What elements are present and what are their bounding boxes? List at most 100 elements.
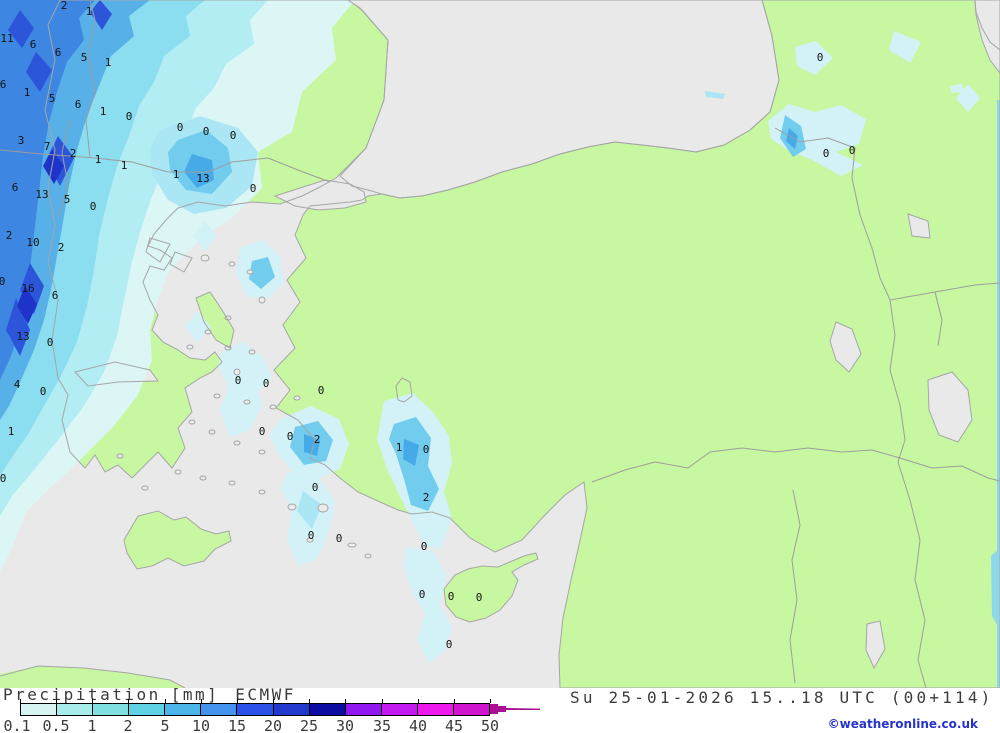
precip-value-label: 6 [52, 289, 59, 302]
precip-value-label: 0 [476, 591, 483, 604]
precip-value-label: 0 [0, 275, 5, 288]
precip-value-label: 1 [100, 105, 107, 118]
island [258, 296, 266, 304]
island [186, 344, 194, 350]
map-canvas: 2 111 66 5 161 5 61 00 0 03 72 1 11 130613 50210 201661… [0, 0, 1000, 688]
precip-value-label: 2 [6, 229, 13, 242]
scale-label: 0.1 [3, 717, 31, 733]
precip-value-label: 1 [8, 425, 15, 438]
scale-segment [57, 704, 94, 715]
island [258, 489, 266, 495]
scale-tick [20, 699, 21, 703]
scale-label: 20 [263, 717, 283, 733]
island [258, 449, 266, 455]
scale-tick [382, 699, 383, 703]
precipitation-map: 2 1 11 6 6 5 1 6 1 5 6 1 0 0 0 0 3 7 2 1 1 1 13 0 6 13 5 0 2 10 2 0 16 6 1… [0, 0, 1000, 688]
precip-value-label: 10 [26, 236, 39, 249]
scale-segment [453, 704, 490, 715]
scale-tick [309, 699, 310, 703]
island [287, 503, 297, 511]
scale-segment [237, 704, 274, 715]
scale-tick [56, 699, 57, 703]
precip-value-label: 6 [0, 78, 6, 91]
scale-label: 2 [123, 717, 133, 733]
precip-value-label: 0 [250, 182, 257, 195]
scale-label: 10 [191, 717, 211, 733]
island [213, 393, 221, 399]
island [199, 475, 207, 481]
legend-title-quantity: Precipitation [3, 685, 161, 704]
scale-tick [201, 699, 202, 703]
scale-label: 5 [160, 717, 170, 733]
color-scale-overflow-arrow [490, 704, 540, 714]
legend-title: Precipitation [mm] ECMWF [3, 685, 296, 704]
precip-value-label: 13 [16, 330, 29, 343]
precip-value-label: 13 [35, 188, 48, 201]
precip-value-label: 0 [423, 443, 430, 456]
precip-value-label: 0 [235, 374, 242, 387]
precip-value-label: 0 [312, 481, 319, 494]
scale-segment [129, 704, 166, 715]
island [228, 261, 236, 267]
precip-value-label: 0 [419, 588, 426, 601]
precip-value-label: 0 [203, 125, 210, 138]
precip-value-label: 0 [90, 200, 97, 213]
scale-label: 0.5 [42, 717, 70, 733]
precip-value-label: 0 [336, 532, 343, 545]
precip-value-label: 1 [173, 168, 180, 181]
precip-value-label: 0 [421, 540, 428, 553]
island [116, 453, 124, 459]
scale-segment [345, 704, 382, 715]
precip-value-label: 1 [121, 159, 128, 172]
precip-value-label: 0 [126, 110, 133, 123]
precip-value-label: 13 [196, 172, 209, 185]
scale-segment [21, 704, 58, 715]
scale-label: 15 [227, 717, 247, 733]
precip-value-label: 2 [58, 241, 65, 254]
island [364, 553, 372, 559]
scale-label: 35 [372, 717, 392, 733]
precip-value-label: 4 [14, 378, 21, 391]
scale-tick [454, 699, 455, 703]
scale-label: 40 [408, 717, 428, 733]
scale-tick [92, 699, 93, 703]
scale-tick [165, 699, 166, 703]
island [248, 349, 256, 355]
precip-value-label: 0 [817, 51, 824, 64]
precip-value-label: 2 [61, 0, 68, 12]
precip-value-label: 0 [230, 129, 237, 142]
scale-segment [273, 704, 310, 715]
precip-value-label: 0 [448, 590, 455, 603]
precip-value-label: 1 [396, 441, 403, 454]
island [246, 269, 254, 275]
island [233, 440, 241, 446]
precip-value-label: 1 [95, 153, 102, 166]
island [141, 485, 149, 491]
precip-value-label: 0 [446, 638, 453, 651]
scale-tick [490, 699, 491, 703]
island [317, 503, 329, 513]
precip-value-label: 0 [47, 336, 54, 349]
island [174, 469, 182, 475]
precip-value-label: 6 [30, 38, 37, 51]
precip-value-label: 0 [823, 147, 830, 160]
precip-value-label: 0 [177, 121, 184, 134]
precip-value-label: 11 [0, 32, 13, 45]
scale-tick [345, 699, 346, 703]
precip-value-label: 2 [423, 491, 430, 504]
scale-segment [417, 704, 454, 715]
scale-label: 30 [335, 717, 355, 733]
precip-value-label: 3 [18, 134, 25, 147]
legend-bar: Precipitation [mm] ECMWF Su 25-01-2026 1… [0, 685, 1000, 733]
scale-tick [237, 699, 238, 703]
forecast-datetime: Su 25-01-2026 15..18 UTC (00+114) [570, 688, 994, 707]
scale-label: 50 [480, 717, 500, 733]
precip-value-label: 0 [40, 385, 47, 398]
precip-value-label: 0 [308, 529, 315, 542]
copyright-link[interactable]: ©weatheronline.co.uk [828, 717, 978, 731]
scale-segment [381, 704, 418, 715]
precip-value-label: 2 [314, 433, 321, 446]
island [188, 419, 196, 425]
scale-segment [201, 704, 238, 715]
legend-title-model: ECMWF [235, 685, 296, 704]
